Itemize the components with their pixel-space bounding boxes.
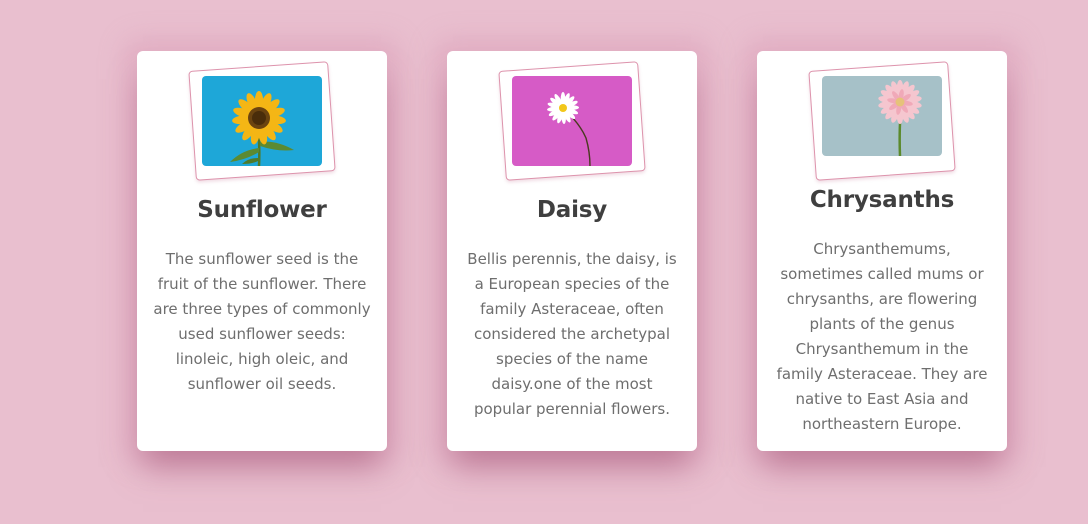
flower-card-daisy: Daisy Bellis perennis, the daisy, is a E… [447, 51, 697, 451]
card-title: Sunflower [197, 197, 327, 223]
flower-card-chrysanths: Chrysanths Chrysanthemums, sometimes cal… [757, 51, 1007, 451]
card-title: Daisy [536, 197, 608, 223]
card-title: Chrysanths [809, 187, 955, 213]
card-description: Bellis perennis, the daisy, is a Europea… [467, 250, 677, 418]
daisy-image [512, 76, 632, 166]
sunflower-image [202, 76, 322, 166]
card-description: Chrysanthemums, sometimes called mums or… [776, 240, 988, 433]
flower-card-sunflower: Sunflower The sunflower seed is the frui… [137, 51, 387, 451]
card-description: The sunflower seed is the fruit of the s… [153, 250, 371, 393]
chrysanthemum-image [822, 76, 942, 156]
